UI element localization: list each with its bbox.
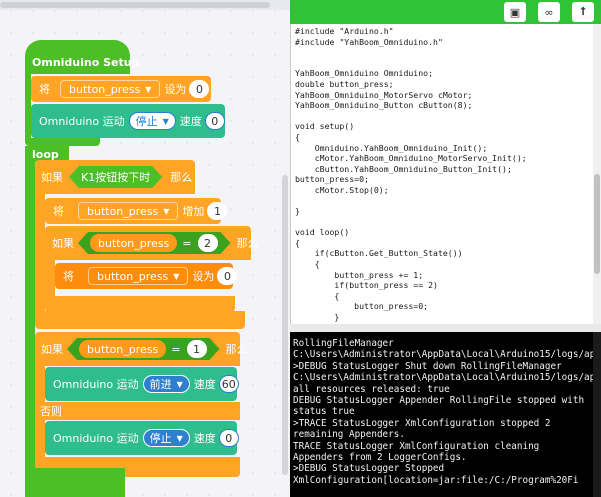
speed-input[interactable]: 60 [218,375,239,393]
reset-variable-block[interactable]: 将 button_press ▼ 设为 0 [55,263,238,289]
change-label: 将 [53,205,64,218]
variable-dropdown[interactable]: button_press ▼ [88,267,189,285]
motion-dropdown[interactable]: 停止 ▼ [142,429,190,447]
if-k1-left-rail [35,192,45,312]
set2-to-label: 设为 [192,270,215,283]
header-toolbar: ▣ ∞ ⭡ [290,0,601,24]
if-eq2-header: 如果 button_press = 2 那么 [52,232,259,254]
motor-stop-label: Omniduino 运动 [53,432,139,445]
motion-value: 停止 [135,115,158,128]
workspace-horizontal-scrollbar[interactable] [0,0,290,10]
panel-divider[interactable] [290,324,601,332]
eq-var-reporter[interactable]: button_press [90,234,177,252]
equals-condition[interactable]: button_press = 1 [67,338,220,360]
loop-body [25,161,35,497]
editor-scroll-thumb[interactable] [594,174,600,274]
if2-label: 如果 [52,237,74,250]
speed-label: 速度 [179,115,202,128]
equals-condition[interactable]: button_press = 2 [78,232,231,254]
setup-hat-block[interactable]: Omniduino Setup [25,40,139,74]
then2-label: 那么 [236,237,259,250]
motor-stop-block[interactable]: Omniduino 运动 停止 ▼ 速度 0 [31,104,225,138]
eq-var-text: button_press [98,236,170,250]
variable-name: button_press [69,82,141,96]
code-text: #include "Arduino.h" #include "YahBoom_O… [295,26,527,324]
set-to-label: 设为 [164,83,187,96]
eq-value-input[interactable]: 2 [198,234,218,252]
code-editor[interactable]: #include "Arduino.h" #include "YahBoom_O… [290,24,601,324]
chevron-down-icon: ▼ [163,206,170,216]
console-text: RollingFileManager C:\Users\Administrato… [293,338,601,486]
block-workspace[interactable]: Omniduino Setup 将 button_press ▼ 设为 0 Omn… [0,0,290,497]
setup-title: Omniduino Setup [32,55,140,69]
change-variable-block[interactable]: 将 button_press ▼ 增加 1 [45,198,228,224]
motor-forward-label: Omniduino 运动 [53,378,139,391]
variable-name: button_press [97,269,169,283]
eq3-var-text: button_press [87,342,159,356]
set-variable-block[interactable]: 将 button_press ▼ 设为 0 [31,76,211,102]
output-console[interactable]: RollingFileManager C:\Users\Administrato… [290,332,601,497]
if3-label: 如果 [41,343,63,356]
upload-icon[interactable]: ⭡ [572,2,594,22]
value-input[interactable]: 0 [189,80,210,98]
chevron-down-icon: ▼ [145,84,152,94]
editor-scrollbar[interactable] [593,24,601,324]
if-eq2-foot [45,296,235,312]
set2-label: 将 [63,270,74,283]
k1-condition[interactable]: K1按钮按下时 [69,166,162,188]
speed-input[interactable]: 0 [204,112,225,130]
then-label: 那么 [170,171,193,184]
if-eq1-header: 如果 button_press = 1 那么 [41,338,248,360]
change-by-label: 增加 [182,205,205,218]
if-label: 如果 [41,171,63,184]
loop-label: loop [32,147,59,161]
chevron-down-icon: ▼ [176,433,183,443]
motor-label: Omniduino 运动 [39,115,125,128]
chevron-down-icon: ▼ [176,379,183,389]
else-label-wrap: 否则 [40,403,62,419]
chevron-down-icon: ▼ [173,271,180,281]
set-label: 将 [39,83,50,96]
variable-dropdown[interactable]: button_press ▼ [78,202,179,220]
else-bar [35,402,240,420]
board-icon[interactable]: ▣ [504,2,526,22]
motion-value: 停止 [149,432,172,445]
then3-label: 那么 [225,343,248,356]
speed-label: 速度 [193,432,216,445]
chevron-down-icon: ▼ [162,116,169,126]
eq3-var-reporter[interactable]: button_press [79,340,166,358]
loop-foot [25,468,125,497]
k1-condition-text: K1按钮按下时 [81,171,151,184]
else-label: 否则 [40,405,62,418]
equals-sign: = [171,342,181,356]
scroll-thumb[interactable] [0,2,270,8]
setup-foot [25,138,100,146]
workspace-vertical-scrollbar[interactable] [282,175,288,475]
speed-input[interactable]: 0 [218,429,239,447]
serial-monitor-icon[interactable]: ∞ [538,2,560,22]
if-k1-foot [35,311,245,329]
if-eq2-left-rail [45,258,55,298]
variable-name: button_press [87,204,159,218]
variable-dropdown[interactable]: button_press ▼ [60,80,161,98]
equals-sign: = [182,236,192,250]
speed-label: 速度 [193,378,216,391]
motion-dropdown[interactable]: 前进 ▼ [142,375,190,393]
eq3-value-input[interactable]: 1 [187,340,207,358]
motion-value: 前进 [149,378,172,391]
motor-stop-block-2[interactable]: Omniduino 运动 停止 ▼ 速度 0 [45,421,239,455]
motion-dropdown[interactable]: 停止 ▼ [128,112,176,130]
motor-forward-block[interactable]: Omniduino 运动 前进 ▼ 速度 60 [45,367,239,401]
console-scrollbar[interactable] [593,332,601,497]
if-k1-header: 如果 K1按钮按下时 那么 [41,166,192,188]
